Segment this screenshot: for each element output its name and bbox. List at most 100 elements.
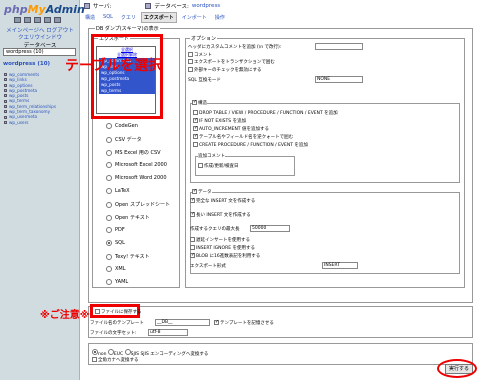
if-not-exists-checkbox[interactable] xyxy=(193,117,198,123)
tab-2[interactable]: クエリ xyxy=(118,12,139,23)
tab-5[interactable]: 操作 xyxy=(212,12,228,23)
home-icon[interactable] xyxy=(14,17,21,23)
encoding-sjis-radio[interactable] xyxy=(124,349,131,355)
create-procedure-checkbox[interactable] xyxy=(193,142,198,147)
table-icon[interactable] xyxy=(4,89,7,93)
foreign-keys-checkbox[interactable] xyxy=(188,67,193,72)
phpmyadmin-logo[interactable]: phpMyAdmin xyxy=(4,3,85,16)
backquotes-option[interactable]: テーブル名やフィールド名を逆クォートで囲む xyxy=(193,133,293,140)
format-radio[interactable] xyxy=(106,227,112,233)
foreign-keys-option[interactable]: 外部キーのチェックを無効にする xyxy=(188,67,262,73)
format-option[interactable]: PDF xyxy=(106,227,125,233)
auto-increment-option[interactable]: AUTO_INCREMENT 値を追加する xyxy=(193,125,269,132)
encoding-none-radio[interactable] xyxy=(92,349,98,355)
backquotes-checkbox[interactable] xyxy=(193,133,198,139)
format-option[interactable]: CSV データ xyxy=(106,136,142,143)
table-icon[interactable] xyxy=(4,73,7,77)
tab-4[interactable]: インポート xyxy=(179,12,210,23)
format-radio[interactable] xyxy=(106,123,112,129)
format-radio[interactable] xyxy=(106,266,112,272)
hex-binary-option[interactable]: BLOB に16進数表記を利用する xyxy=(190,252,260,259)
complete-insert-checkbox[interactable] xyxy=(190,197,195,203)
format-radio[interactable] xyxy=(106,162,112,168)
comments-checkbox[interactable] xyxy=(188,52,193,57)
extended-insert-option[interactable]: 長い INSERT 文を作成する xyxy=(190,211,251,218)
format-radio[interactable] xyxy=(106,240,112,246)
server-label: サーバ: xyxy=(93,4,112,10)
data-option[interactable]: データ xyxy=(192,188,212,195)
table-icon[interactable] xyxy=(4,120,7,124)
export-type-select[interactable]: INSERT xyxy=(322,262,358,269)
format-radio[interactable] xyxy=(106,279,112,285)
database-name-link[interactable]: wordpress (10) xyxy=(3,61,50,67)
format-option[interactable]: Microsoft Word 2000 xyxy=(106,175,167,181)
insert-ignore-option[interactable]: INSERT IGNORE を使用する xyxy=(190,245,255,251)
drop-table-option[interactable]: DROP TABLE / VIEW / PROCEDURE / FUNCTION… xyxy=(193,110,338,116)
format-radio[interactable] xyxy=(106,214,112,221)
remember-template-checkbox[interactable] xyxy=(214,319,219,325)
create-procedure-option[interactable]: CREATE PROCEDURE / FUNCTION / EVENT を追加 xyxy=(193,142,308,148)
transaction-checkbox[interactable] xyxy=(188,59,193,64)
table-icon[interactable] xyxy=(4,94,7,98)
format-option[interactable]: MS Excel 用の CSV xyxy=(106,149,161,156)
tab-1[interactable]: SQL xyxy=(100,12,116,23)
structure-checkbox[interactable] xyxy=(192,99,197,105)
format-radio[interactable] xyxy=(106,136,112,143)
creation-dates-option[interactable]: 作成/更新/検査日 xyxy=(198,163,239,169)
extended-insert-checkbox[interactable] xyxy=(190,211,195,217)
sql-compat-select[interactable]: NONE xyxy=(315,76,363,83)
format-radio[interactable] xyxy=(106,175,112,181)
kana-option[interactable]: 全角カナへ変換する xyxy=(92,357,139,363)
format-radio[interactable] xyxy=(106,188,112,194)
kana-checkbox[interactable] xyxy=(92,357,97,362)
help-icon[interactable] xyxy=(54,17,61,23)
remember-template-option[interactable]: テンプレートを記憶させる xyxy=(214,319,274,326)
format-option[interactable]: Open テキスト xyxy=(106,214,150,221)
tab-0[interactable]: 構造 xyxy=(82,12,98,23)
delayed-checkbox[interactable] xyxy=(190,237,195,242)
auto-increment-checkbox[interactable] xyxy=(193,125,198,131)
delayed-option[interactable]: 遅延インサートを使用する xyxy=(190,237,250,243)
format-option[interactable]: CodeGen xyxy=(106,123,138,129)
data-checkbox[interactable] xyxy=(192,188,197,194)
table-list-item[interactable]: wp_users xyxy=(4,120,56,125)
format-option[interactable]: SQL xyxy=(106,240,125,246)
docs-icon[interactable] xyxy=(44,17,51,23)
if-not-exists-option[interactable]: IF NOT EXISTS を追加 xyxy=(193,117,246,124)
table-icon[interactable] xyxy=(4,110,7,114)
charset-select[interactable]: utf-8 xyxy=(148,329,188,336)
max-query-input[interactable]: 50000 xyxy=(250,225,290,232)
structure-option[interactable]: 構造 xyxy=(192,99,207,106)
format-radio[interactable] xyxy=(106,253,112,260)
save-as-file-checkbox[interactable] xyxy=(95,309,100,314)
format-option[interactable]: Open スプレッドシート xyxy=(106,201,170,208)
format-option[interactable]: XML xyxy=(106,266,126,272)
database-link[interactable]: wordpress xyxy=(192,3,220,9)
encoding-euc-radio[interactable] xyxy=(107,349,114,355)
save-as-file-option[interactable]: ファイルに保存する xyxy=(95,309,142,315)
table-icon[interactable] xyxy=(4,83,7,87)
comments-option[interactable]: コメント xyxy=(188,52,212,58)
table-icon[interactable] xyxy=(4,115,7,119)
format-radio[interactable] xyxy=(106,201,112,208)
format-option[interactable]: Microsoft Excel 2000 xyxy=(106,162,167,168)
creation-dates-checkbox[interactable] xyxy=(198,163,203,168)
transaction-option[interactable]: エクスポートをトランザクションで囲む xyxy=(188,59,275,65)
tab-3[interactable]: エクスポート xyxy=(140,12,177,23)
main-page-link[interactable]: メインページへ ログアウト xyxy=(0,28,80,35)
header-comment-input[interactable] xyxy=(315,43,363,50)
table-icon[interactable] xyxy=(4,78,7,82)
query-icon[interactable] xyxy=(34,17,41,23)
template-input[interactable]: __DB__ xyxy=(155,319,210,326)
format-option[interactable]: LaTeX xyxy=(106,188,130,194)
format-option[interactable]: YAML xyxy=(106,279,128,285)
complete-insert-option[interactable]: 完全な INSERT 文を作成する xyxy=(190,197,255,204)
logout-icon[interactable] xyxy=(24,17,31,23)
format-radio[interactable] xyxy=(106,149,112,156)
drop-table-checkbox[interactable] xyxy=(193,110,198,115)
format-option[interactable]: Texy! テキスト xyxy=(106,253,150,260)
table-icon[interactable] xyxy=(4,99,7,103)
table-icon[interactable] xyxy=(4,104,7,108)
insert-ignore-checkbox[interactable] xyxy=(190,245,195,250)
hex-binary-checkbox[interactable] xyxy=(190,252,195,258)
